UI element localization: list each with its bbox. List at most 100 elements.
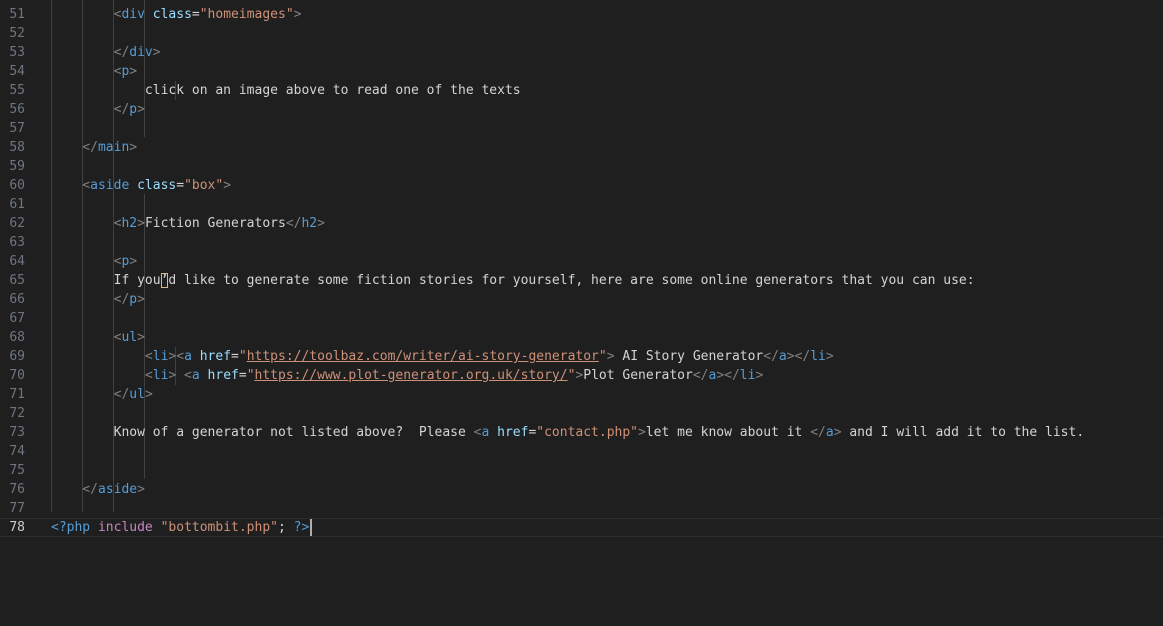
code-text: Know of a generator not listed above? Pl…: [51, 423, 1085, 442]
line-number: 73: [9, 425, 25, 440]
code-token: >: [317, 216, 325, 231]
code-text: </aside>: [51, 480, 145, 499]
code-line[interactable]: 51 <div class="homeimages">: [0, 5, 1163, 24]
code-line[interactable]: 61: [0, 195, 1163, 214]
code-line[interactable]: 69 <li><a href="https://toolbaz.com/writ…: [0, 347, 1163, 366]
code-line[interactable]: 64 <p>: [0, 252, 1163, 271]
code-line[interactable]: 52: [0, 24, 1163, 43]
line-number: 78: [9, 520, 25, 535]
code-token: "bottombit.php": [160, 520, 278, 535]
line-number: 74: [9, 444, 25, 459]
code-token: https://toolbaz.com/writer/ai-story-gene…: [246, 349, 599, 364]
line-number: 75: [9, 463, 25, 478]
code-token: href: [497, 425, 529, 440]
code-line[interactable]: 54 <p>: [0, 62, 1163, 81]
code-text: <aside class="box">: [51, 176, 231, 195]
line-number: 51: [9, 7, 25, 22]
line-number: 72: [9, 406, 25, 421]
code-text: <?php include "bottombit.php"; ?>: [51, 518, 313, 537]
code-line[interactable]: 63: [0, 233, 1163, 252]
code-token: </: [810, 425, 826, 440]
code-token: </: [51, 140, 98, 155]
code-token: li: [152, 368, 169, 383]
code-text: </main>: [51, 138, 137, 157]
code-text: </p>: [51, 100, 145, 119]
code-token: </: [763, 349, 779, 364]
code-token: p: [129, 292, 138, 307]
line-number: 64: [9, 254, 25, 269]
code-line[interactable]: 74: [0, 442, 1163, 461]
line-number: 52: [9, 26, 25, 41]
text-cursor: [310, 519, 313, 536]
code-token: <: [51, 7, 122, 22]
code-text: If you’d like to generate some fiction s…: [51, 271, 975, 290]
line-number: 77: [9, 501, 25, 516]
code-token: >: [638, 425, 646, 440]
code-line[interactable]: 73 Know of a generator not listed above?…: [0, 423, 1163, 442]
line-number: 54: [9, 64, 25, 79]
code-editor[interactable]: 51 <div class="homeimages"> 52 53 </div> 54…: [0, 0, 1163, 626]
code-token: > <: [168, 368, 192, 383]
code-line[interactable]: 55 click on an image above to read one o…: [0, 81, 1163, 100]
code-token: ul: [129, 387, 145, 402]
code-line[interactable]: 53 </div>: [0, 43, 1163, 62]
line-number: 70: [9, 368, 25, 383]
code-token: <: [51, 368, 153, 383]
code-line[interactable]: 68 <ul>: [0, 328, 1163, 347]
line-number: 55: [9, 83, 25, 98]
code-line[interactable]: 71 </ul>: [0, 385, 1163, 404]
code-token: =: [176, 178, 185, 193]
code-line[interactable]: 75: [0, 461, 1163, 480]
code-line[interactable]: 58 </main>: [0, 138, 1163, 157]
code-token: <: [51, 216, 122, 231]
code-token: >: [755, 368, 764, 383]
code-token: >: [144, 387, 153, 402]
code-token: </: [51, 387, 130, 402]
code-line[interactable]: 60 <aside class="box">: [0, 176, 1163, 195]
code-token: Plot Generator: [583, 368, 693, 383]
code-token: <: [51, 178, 91, 193]
line-number: 53: [9, 45, 25, 60]
code-line[interactable]: 65 If you’d like to generate some fictio…: [0, 271, 1163, 290]
code-token: </: [51, 45, 130, 60]
code-token: li: [152, 349, 169, 364]
code-text: click on an image above to read one of t…: [51, 81, 521, 100]
code-token: If you: [51, 273, 161, 288]
code-token: ": [238, 349, 247, 364]
code-token: >: [223, 178, 232, 193]
line-number: 65: [9, 273, 25, 288]
code-token: ": [598, 349, 607, 364]
code-line[interactable]: 66 </p>: [0, 290, 1163, 309]
code-token: >: [833, 425, 842, 440]
code-token: </: [692, 368, 709, 383]
code-token: </: [285, 216, 302, 231]
code-line[interactable]: 67: [0, 309, 1163, 328]
code-token: <: [51, 64, 122, 79]
code-line[interactable]: 78 <?php include "bottombit.php"; ?>: [0, 518, 1163, 537]
code-line[interactable]: 56 </p>: [0, 100, 1163, 119]
code-token: click on an image above to read one of t…: [51, 83, 521, 98]
code-token: li: [739, 368, 756, 383]
line-number: 58: [9, 140, 25, 155]
code-text: </p>: [51, 290, 145, 309]
code-line[interactable]: 72: [0, 404, 1163, 423]
code-token: >: [137, 216, 145, 231]
line-number: 59: [9, 159, 25, 174]
code-line[interactable]: 57: [0, 119, 1163, 138]
code-line[interactable]: 77: [0, 499, 1163, 518]
code-token: Fiction Generators: [144, 216, 286, 231]
code-token: ?>: [293, 520, 310, 535]
line-number: 68: [9, 330, 25, 345]
code-token: >: [152, 45, 161, 60]
code-line[interactable]: 70 <li> <a href="https://www.plot-genera…: [0, 366, 1163, 385]
code-token: https://www.plot-generator.org.uk/story/: [254, 368, 568, 383]
code-token: >: [825, 349, 834, 364]
code-token: ;: [278, 520, 294, 535]
code-line[interactable]: 62 <h2>Fiction Generators</h2>: [0, 214, 1163, 233]
code-token: >: [129, 254, 138, 269]
code-line[interactable]: 76 </aside>: [0, 480, 1163, 499]
code-text: <li> <a href="https://www.plot-generator…: [51, 366, 763, 385]
code-line[interactable]: 59: [0, 157, 1163, 176]
code-text: <div class="homeimages">: [51, 5, 302, 24]
